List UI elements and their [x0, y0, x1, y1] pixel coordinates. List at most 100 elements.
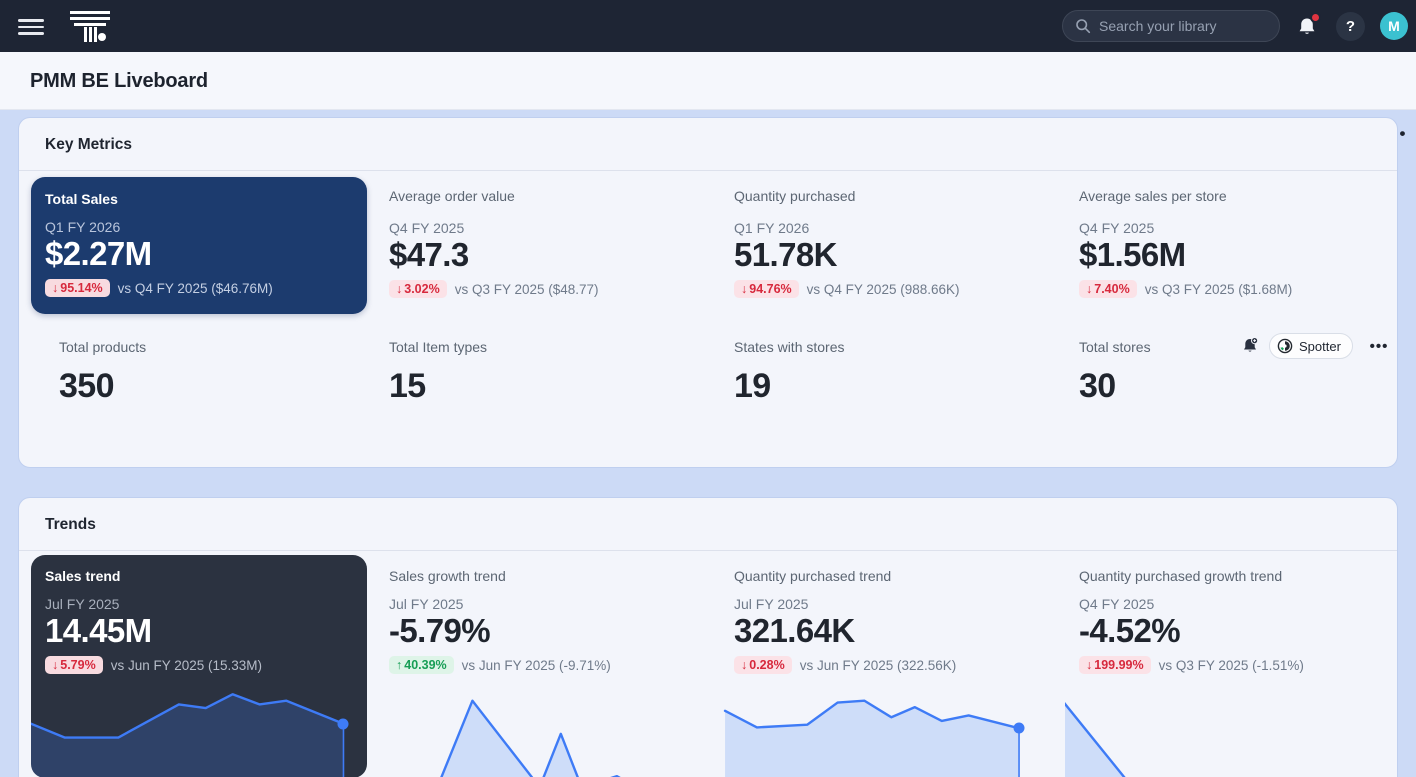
trend-delta-badge: ↑40.39%	[389, 656, 454, 674]
arrow-down-icon: ↓	[741, 658, 747, 672]
kpi-tile-total-sales[interactable]: Total Sales Q1 FY 2026 $2.27M ↓95.14% vs…	[31, 177, 367, 314]
section-divider	[19, 170, 1397, 171]
trend-value: -5.79%	[389, 613, 697, 649]
kpi-value: 19	[734, 367, 1056, 406]
kpi-delta-badge: ↓7.40%	[1079, 280, 1137, 298]
user-avatar[interactable]: M	[1380, 12, 1408, 40]
trend-period: Jul FY 2025	[389, 596, 697, 612]
trend-compare: vs Q3 FY 2025 (-1.51%)	[1159, 658, 1304, 673]
trend-title: Quantity purchased trend	[734, 568, 1042, 584]
kpi-period: Q1 FY 2026	[734, 220, 1056, 236]
kpi-title: Total products	[59, 339, 381, 355]
spotter-label: Spotter	[1299, 339, 1341, 354]
arrow-down-icon: ↓	[396, 282, 402, 296]
tile-more-options-button[interactable]: •••	[1366, 333, 1392, 359]
kpi-compare: vs Q4 FY 2025 (988.66K)	[807, 282, 960, 297]
trend-delta-badge: ↓5.79%	[45, 656, 103, 674]
thoughtspot-logo-icon[interactable]	[68, 7, 114, 47]
top-navbar: Search your library ? M	[0, 0, 1416, 52]
sales-growth-trend-sparkline	[375, 686, 711, 777]
trend-delta-badge: ↓0.28%	[734, 656, 792, 674]
kpi-tile-total-item-types[interactable]: Total Item types 15	[375, 339, 711, 406]
kpi-period: Q4 FY 2025	[389, 220, 711, 236]
spotter-logo-icon	[1277, 338, 1293, 354]
avatar-initial: M	[1388, 18, 1400, 34]
trend-value: -4.52%	[1079, 613, 1387, 649]
section-divider	[19, 550, 1397, 551]
notification-badge	[1310, 12, 1321, 23]
trend-compare: vs Jun FY 2025 (322.56K)	[800, 658, 957, 673]
kpi-tile-average-order-value[interactable]: Average order value Q4 FY 2025 $47.3 ↓3.…	[375, 177, 711, 298]
arrow-up-icon: ↑	[396, 658, 402, 672]
trend-tile-quantity-purchased-growth-trend[interactable]: Quantity purchased growth trend Q4 FY 20…	[1065, 555, 1401, 777]
kpi-compare: vs Q4 FY 2025 ($46.76M)	[118, 281, 273, 296]
trend-period: Q4 FY 2025	[1079, 596, 1387, 612]
trend-tile-sales-growth-trend[interactable]: Sales growth trend Jul FY 2025 -5.79% ↑4…	[375, 555, 711, 777]
kpi-period: Q4 FY 2025	[1079, 220, 1401, 236]
tile-hover-actions: Spotter •••	[1065, 333, 1401, 359]
kpi-value: 51.78K	[734, 237, 1056, 273]
trend-tile-sales-trend[interactable]: Sales trend Jul FY 2025 14.45M ↓5.79% vs…	[31, 555, 367, 777]
kpi-tile-quantity-purchased[interactable]: Quantity purchased Q1 FY 2026 51.78K ↓94…	[720, 177, 1056, 298]
kpi-compare: vs Q3 FY 2025 ($1.68M)	[1145, 282, 1293, 297]
ellipsis-icon: •••	[1370, 338, 1389, 355]
sparkline-endpoint-marker	[338, 718, 349, 729]
hamburger-menu-icon[interactable]	[18, 15, 44, 37]
kpi-period: Q1 FY 2026	[45, 219, 353, 235]
kpi-tile-states-with-stores[interactable]: States with stores 19	[720, 339, 1056, 406]
kpi-title: States with stores	[734, 339, 1056, 355]
arrow-down-icon: ↓	[52, 658, 58, 672]
spotter-button[interactable]: Spotter	[1269, 333, 1353, 359]
arrow-down-icon: ↓	[1086, 282, 1092, 296]
trend-tile-quantity-purchased-trend[interactable]: Quantity purchased trend Jul FY 2025 321…	[720, 555, 1056, 777]
kpi-delta-badge: ↓94.76%	[734, 280, 799, 298]
kpi-delta-badge: ↓3.02%	[389, 280, 447, 298]
trend-title: Sales trend	[45, 568, 353, 584]
help-button[interactable]: ?	[1336, 12, 1365, 41]
trend-compare: vs Jun FY 2025 (15.33M)	[111, 658, 262, 673]
kpi-value: 15	[389, 367, 711, 406]
kpi-title: Total Sales	[45, 191, 353, 207]
notifications-button[interactable]	[1292, 12, 1322, 42]
trend-period: Jul FY 2025	[734, 596, 1042, 612]
trend-title: Quantity purchased growth trend	[1079, 568, 1387, 584]
trend-value: 321.64K	[734, 613, 1042, 649]
library-search-input[interactable]: Search your library	[1062, 10, 1280, 42]
liveboard-title: PMM BE Liveboard	[30, 52, 208, 110]
arrow-down-icon: ↓	[1086, 658, 1092, 672]
trend-value: 14.45M	[45, 613, 353, 649]
kpi-title: Average sales per store	[1079, 188, 1401, 204]
kpi-value: $47.3	[389, 237, 711, 273]
trends-section: Trends Sales trend Jul FY 2025 14.45M ↓5…	[18, 497, 1398, 777]
kpi-title: Total Item types	[389, 339, 711, 355]
quantity-purchased-trend-sparkline	[720, 686, 1056, 777]
kpi-delta-badge: ↓95.14%	[45, 279, 110, 297]
key-metrics-section: Key Metrics Total Sales Q1 FY 2026 $2.27…	[18, 117, 1398, 468]
kpi-tile-average-sales-per-store[interactable]: Average sales per store Q4 FY 2025 $1.56…	[1065, 177, 1401, 298]
section-title-key-metrics: Key Metrics	[45, 136, 132, 154]
bell-plus-icon	[1240, 336, 1260, 356]
search-placeholder: Search your library	[1099, 18, 1217, 34]
trend-title: Sales growth trend	[389, 568, 697, 584]
kpi-tile-total-products[interactable]: Total products 350	[45, 339, 381, 406]
kpi-compare: vs Q3 FY 2025 ($48.77)	[455, 282, 599, 297]
trend-period: Jul FY 2025	[45, 596, 353, 612]
sparkline-endpoint-marker	[1014, 723, 1025, 734]
subscribe-alert-button[interactable]	[1237, 333, 1263, 359]
trend-delta-badge: ↓199.99%	[1079, 656, 1151, 674]
kpi-title: Average order value	[389, 188, 711, 204]
arrow-down-icon: ↓	[52, 281, 58, 295]
kpi-value: $1.56M	[1079, 237, 1401, 273]
arrow-down-icon: ↓	[741, 282, 747, 296]
kpi-title: Quantity purchased	[734, 188, 1056, 204]
question-mark-icon: ?	[1346, 18, 1355, 35]
section-title-trends: Trends	[45, 516, 96, 534]
trend-compare: vs Jun FY 2025 (-9.71%)	[462, 658, 611, 673]
sales-trend-sparkline	[31, 686, 367, 777]
kpi-value: $2.27M	[45, 236, 353, 272]
quantity-purchased-growth-trend-sparkline	[1065, 686, 1401, 777]
liveboard-header: PMM BE Liveboard i ☆ Overview Region-wis…	[0, 52, 1416, 110]
kpi-value: 350	[59, 367, 381, 406]
search-icon	[1075, 18, 1091, 34]
kpi-value: 30	[1079, 367, 1401, 406]
